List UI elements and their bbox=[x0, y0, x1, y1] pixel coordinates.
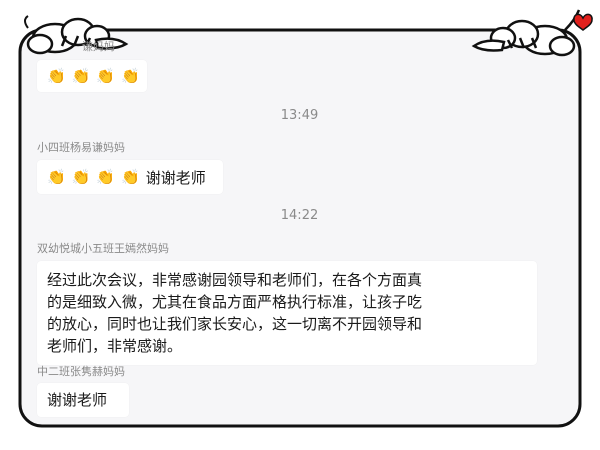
message-bubble: 👏 👏 👏 👏 谢谢老师 bbox=[37, 160, 223, 194]
clapping-hands-emoji: 👏 bbox=[121, 168, 140, 186]
message-bubble: 经过此次会议，非常感谢园领导和老师们，在各个方面真 的是细致入微，尤其在食品方面… bbox=[37, 261, 537, 365]
curl-decoration bbox=[24, 15, 29, 29]
message-bubble: 谢谢老师 bbox=[37, 383, 129, 417]
clapping-hands-emoji-group: 👏 👏 👏 👏 bbox=[47, 166, 146, 188]
clapping-hands-emoji-group: 👏 👏 👏 👏 bbox=[47, 65, 146, 87]
message-line: 的放心，同时也让我们家长安心，这一切离不开园领导和 bbox=[47, 315, 423, 333]
message-text: 谢谢老师 bbox=[145, 168, 206, 187]
clapping-hands-emoji: 👏 bbox=[121, 67, 140, 85]
message-sender: 中二班张隽赫妈妈 bbox=[37, 365, 125, 378]
message-line: 的是细致入微，尤其在食品方面严格执行标准，让孩子吃 bbox=[47, 293, 423, 311]
message-line: 老师们，非常感谢。 bbox=[47, 337, 183, 355]
heart-icon bbox=[573, 13, 593, 31]
clapping-hands-emoji: 👏 bbox=[71, 168, 91, 186]
message-sender: 谦妈妈 bbox=[82, 40, 115, 53]
message-line: 经过此次会议，非常感谢园领导和老师们，在各个方面真 bbox=[47, 271, 423, 289]
message-sender: 双幼悦城小五班王嫣然妈妈 bbox=[37, 242, 169, 255]
chat-area: 谦妈妈 👏 👏 👏 👏 13:49 小四班杨易谦妈妈 👏 👏 👏 👏 谢谢老师 14:22 双… bbox=[24, 38, 575, 422]
clapping-hands-emoji: 👏 bbox=[96, 67, 116, 85]
message-bubble: 👏 👏 👏 👏 bbox=[37, 60, 147, 92]
clapping-hands-emoji: 👏 bbox=[96, 168, 116, 186]
clapping-hands-emoji: 👏 bbox=[47, 168, 66, 186]
clapping-hands-emoji: 👏 bbox=[71, 67, 91, 85]
message-sender: 小四班杨易谦妈妈 bbox=[37, 141, 125, 154]
timestamp: 13:49 bbox=[280, 108, 319, 123]
clapping-hands-emoji: 👏 bbox=[47, 67, 66, 85]
message-text: 谢谢老师 bbox=[47, 391, 108, 409]
timestamp: 14:22 bbox=[280, 208, 319, 223]
